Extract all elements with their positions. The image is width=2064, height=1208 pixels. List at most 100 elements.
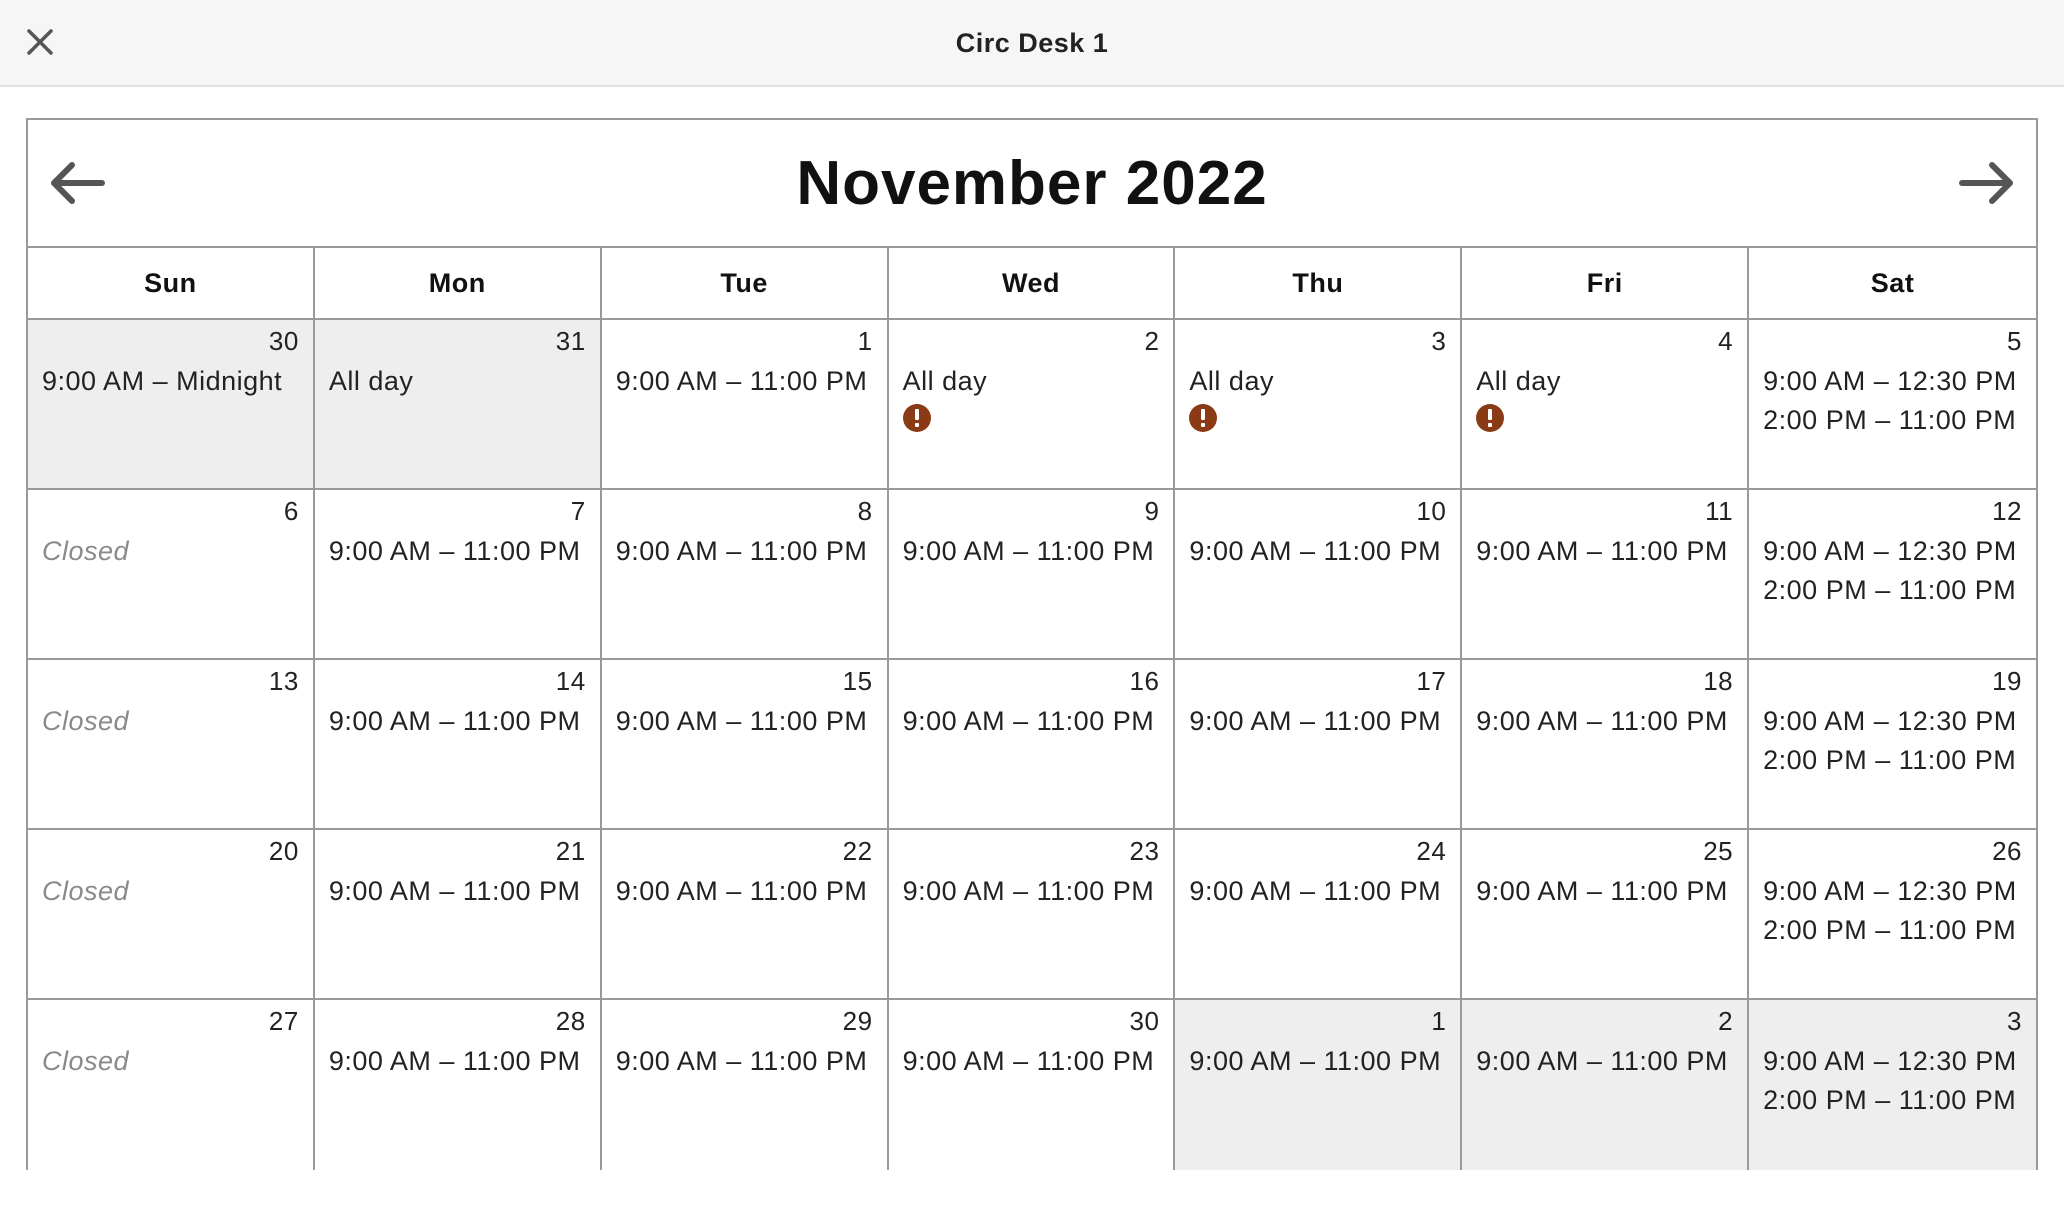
day-cell[interactable]: 10 9:00 AM – 11:00 PM xyxy=(1175,490,1463,660)
day-number: 20 xyxy=(268,836,299,866)
hours-range: 9:00 AM – 11:00 PM xyxy=(1189,536,1442,566)
day-cell[interactable]: 24 9:00 AM – 11:00 PM xyxy=(1175,830,1463,1000)
hours-range: 9:00 AM – 11:00 PM xyxy=(1476,536,1728,566)
day-cell[interactable]: 12 9:00 AM – 12:30 PM 2:00 PM – 11:00 PM xyxy=(1749,490,2036,660)
day-hours: 9:00 AM – 11:00 PM xyxy=(329,1042,592,1081)
day-hours: 9:00 AM – 11:00 PM xyxy=(903,702,1166,741)
day-cell[interactable]: 23 9:00 AM – 11:00 PM xyxy=(888,830,1176,1000)
day-number: 23 xyxy=(1129,836,1160,866)
hours-range: 9:00 AM – 11:00 PM xyxy=(328,1046,581,1076)
weekday-sat: Sat xyxy=(1870,268,1915,298)
hours-range: 9:00 AM – 11:00 PM xyxy=(328,876,581,906)
day-cell[interactable]: 6 Closed xyxy=(28,490,315,660)
day-hours: 9:00 AM – 11:00 PM xyxy=(1476,1042,1739,1081)
day-cell[interactable]: 19 9:00 AM – 12:30 PM 2:00 PM – 11:00 PM xyxy=(1749,660,2036,830)
top-bar: Circ Desk 1 xyxy=(0,0,2064,87)
day-number: 21 xyxy=(555,836,586,866)
day-cell[interactable]: 28 9:00 AM – 11:00 PM xyxy=(314,1000,602,1170)
day-number: 27 xyxy=(268,1006,299,1036)
day-cell[interactable]: 13 Closed xyxy=(28,660,315,830)
day-number: 13 xyxy=(268,666,299,696)
day-cell[interactable]: 5 9:00 AM – 12:30 PM 2:00 PM – 11:00 PM xyxy=(1749,320,2036,490)
exclamation-alert-icon[interactable] xyxy=(902,404,931,432)
hours-range: 9:00 AM – Midnight xyxy=(42,366,283,396)
day-cell[interactable]: 9 9:00 AM – 11:00 PM xyxy=(888,490,1176,660)
day-cell[interactable]: 7 9:00 AM – 11:00 PM xyxy=(314,490,602,660)
day-number: 8 xyxy=(857,496,873,526)
day-number: 6 xyxy=(283,496,299,526)
day-hours: 9:00 AM – 11:00 PM xyxy=(1476,702,1739,741)
day-cell[interactable]: 26 9:00 AM – 12:30 PM 2:00 PM – 11:00 PM xyxy=(1749,830,2036,1000)
day-cell[interactable]: 16 9:00 AM – 11:00 PM xyxy=(888,660,1176,830)
day-cell[interactable]: 30 9:00 AM – 11:00 PM xyxy=(888,1000,1176,1170)
calendar-grid: 30 9:00 AM – Midnight 31 All day 1 9:00 AM – … xyxy=(28,320,2036,1170)
hours-range: 9:00 AM – 12:30 PM xyxy=(1763,366,2017,396)
day-number: 12 xyxy=(1992,496,2022,526)
closed-label: Closed xyxy=(42,1046,130,1076)
day-number: 10 xyxy=(1416,496,1447,526)
day-number: 1 xyxy=(1431,1006,1447,1036)
day-cell[interactable]: 18 9:00 AM – 11:00 PM xyxy=(1462,660,1750,830)
day-cell[interactable]: 2 All day xyxy=(888,320,1176,490)
day-hours: All day xyxy=(1189,362,1452,432)
day-hours: 9:00 AM – 11:00 PM xyxy=(1476,872,1739,911)
day-cell[interactable]: 14 9:00 AM – 11:00 PM xyxy=(314,660,602,830)
exclamation-alert-icon[interactable] xyxy=(1476,404,1505,432)
calendar-header: November 2022 xyxy=(28,120,2036,248)
day-number: 17 xyxy=(1416,666,1447,696)
day-cell[interactable]: 4 All day xyxy=(1462,320,1750,490)
day-cell[interactable]: 21 9:00 AM – 11:00 PM xyxy=(314,830,602,1000)
hours-range: 2:00 PM – 11:00 PM xyxy=(1763,745,2017,775)
weekday-thu: Thu xyxy=(1175,248,1463,318)
day-cell[interactable]: 3 All day xyxy=(1175,320,1463,490)
day-cell[interactable]: 29 9:00 AM – 11:00 PM xyxy=(601,1000,889,1170)
day-hours: 9:00 AM – 11:00 PM xyxy=(1476,532,1739,571)
hours-range: 9:00 AM – 11:00 PM xyxy=(615,876,868,906)
day-cell[interactable]: 8 9:00 AM – 11:00 PM xyxy=(601,490,889,660)
hours-range: 9:00 AM – 11:00 PM xyxy=(1476,1046,1728,1076)
day-cell[interactable]: 1 9:00 AM – 11:00 PM xyxy=(1175,1000,1463,1170)
day-cell[interactable]: 22 9:00 AM – 11:00 PM xyxy=(601,830,889,1000)
day-hours: 9:00 AM – 12:30 PM 2:00 PM – 11:00 PM xyxy=(1763,702,2028,780)
day-hours: 9:00 AM – 12:30 PM 2:00 PM – 11:00 PM xyxy=(1763,1042,2028,1120)
hours-range: 9:00 AM – 11:00 PM xyxy=(902,876,1155,906)
day-cell[interactable]: 11 9:00 AM – 11:00 PM xyxy=(1462,490,1750,660)
hours-range: 9:00 AM – 12:30 PM xyxy=(1763,706,2017,736)
calendar: November 2022 Sun Mon Tue Wed Thu Fri Sa… xyxy=(26,118,2038,1170)
day-cell[interactable]: 17 9:00 AM – 11:00 PM xyxy=(1175,660,1463,830)
hours-range: 9:00 AM – 11:00 PM xyxy=(615,1046,868,1076)
day-cell[interactable]: 15 9:00 AM – 11:00 PM xyxy=(601,660,889,830)
day-cell[interactable]: 2 9:00 AM – 11:00 PM xyxy=(1462,1000,1750,1170)
month-title: November 2022 xyxy=(796,149,1268,218)
closed-label: Closed xyxy=(42,536,130,566)
day-number: 18 xyxy=(1703,666,1734,696)
day-hours: 9:00 AM – 12:30 PM 2:00 PM – 11:00 PM xyxy=(1763,532,2028,610)
day-cell[interactable]: 1 9:00 AM – 11:00 PM xyxy=(601,320,889,490)
next-month-button[interactable] xyxy=(1952,150,2022,216)
day-number: 25 xyxy=(1703,836,1734,866)
day-cell[interactable]: 31 All day xyxy=(314,320,602,490)
day-number: 24 xyxy=(1416,836,1447,866)
day-number: 31 xyxy=(555,326,586,356)
day-cell[interactable]: 27 Closed xyxy=(28,1000,315,1170)
closed-label: Closed xyxy=(42,876,130,906)
day-cell[interactable]: 30 9:00 AM – Midnight xyxy=(28,320,315,490)
day-cell[interactable]: 3 9:00 AM – 12:30 PM 2:00 PM – 11:00 PM xyxy=(1749,1000,2036,1170)
day-hours: 9:00 AM – 11:00 PM xyxy=(616,872,879,911)
weekday-header-row: Sun Mon Tue Wed Thu Fri Sat xyxy=(28,248,2036,320)
exclamation-alert-icon[interactable] xyxy=(1189,404,1218,432)
day-cell[interactable]: 20 Closed xyxy=(28,830,315,1000)
day-hours: Closed xyxy=(42,872,305,911)
hours-range: 9:00 AM – 11:00 PM xyxy=(615,706,868,736)
day-hours: 9:00 AM – 11:00 PM xyxy=(616,702,879,741)
hours-range: 9:00 AM – 11:00 PM xyxy=(1189,876,1442,906)
day-number: 19 xyxy=(1992,666,2022,696)
hours-range: 2:00 PM – 11:00 PM xyxy=(1763,915,2017,945)
day-number: 3 xyxy=(2007,1006,2022,1036)
day-number: 1 xyxy=(857,326,873,356)
day-cell[interactable]: 25 9:00 AM – 11:00 PM xyxy=(1462,830,1750,1000)
day-number: 2 xyxy=(1718,1006,1734,1036)
day-number: 15 xyxy=(842,666,873,696)
day-number: 29 xyxy=(842,1006,873,1036)
hours-range: 2:00 PM – 11:00 PM xyxy=(1763,575,2017,605)
